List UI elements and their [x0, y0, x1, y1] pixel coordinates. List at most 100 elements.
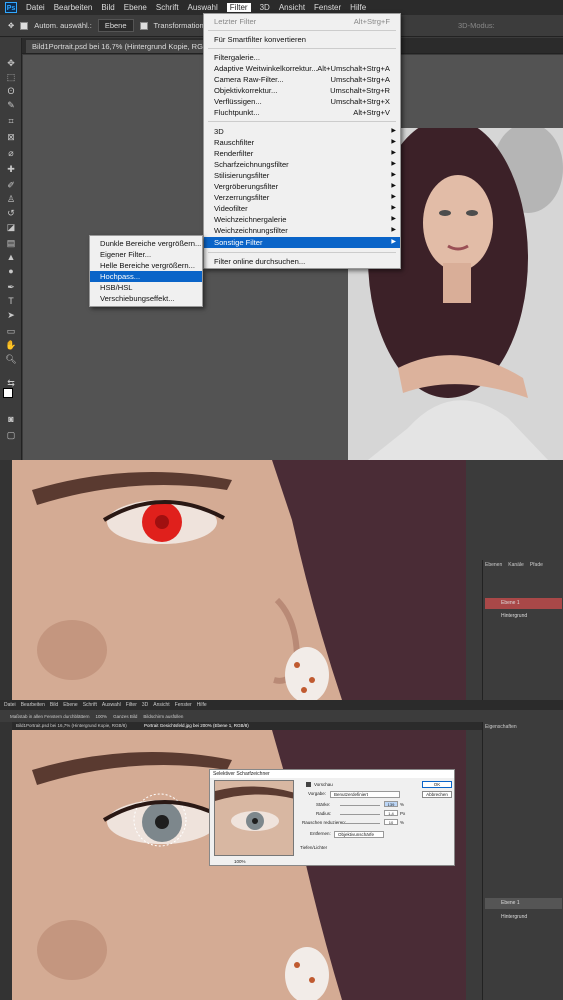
layer-row-hintergrund[interactable]: Hintergrund: [485, 611, 562, 622]
bottom-menu-bearbeiten[interactable]: Bearbeiten: [21, 702, 45, 708]
amount-slider[interactable]: [340, 805, 380, 806]
bottom-menu-ebene[interactable]: Ebene: [63, 702, 77, 708]
menu-item-verzerrungsfilter[interactable]: Verzerrungsfilter ▶: [204, 192, 400, 203]
brush-icon[interactable]: ✐: [5, 180, 17, 190]
type-icon[interactable]: T: [5, 296, 17, 306]
menu-item-weitwinkel[interactable]: Adaptive Weitwinkelkorrektur... Alt+Umsch…: [204, 63, 400, 74]
bottom-menu-filter[interactable]: Filter: [126, 702, 137, 708]
bottom-menu-datei[interactable]: Datei: [4, 702, 16, 708]
radius-value[interactable]: 1,4: [384, 810, 398, 816]
menu-ansicht[interactable]: Ansicht: [279, 3, 305, 12]
bottom-doc-tab-1[interactable]: Bild1Portrait.psd bei 16,7% (Hintergrund…: [16, 723, 127, 728]
quick-select-icon[interactable]: ✎: [5, 100, 17, 110]
menu-item-rauschfilter[interactable]: Rauschfilter ▶: [204, 137, 400, 148]
stamp-icon[interactable]: ♙: [5, 194, 17, 204]
menu-schrift[interactable]: Schrift: [156, 3, 179, 12]
auto-select-checkbox[interactable]: [20, 21, 29, 30]
noise-value[interactable]: 10: [384, 819, 398, 825]
quick-mask-icon[interactable]: ◙: [5, 414, 17, 424]
path-select-icon[interactable]: ➤: [5, 310, 17, 320]
tab-kanaele[interactable]: Kanäle: [508, 562, 524, 568]
ok-button[interactable]: OK: [422, 781, 452, 788]
submenu-item-hsb-hsl[interactable]: HSB/HSL: [90, 282, 202, 293]
bottom-menu-bild[interactable]: Bild: [50, 702, 58, 708]
tab-pfade[interactable]: Pfade: [530, 562, 543, 568]
menu-filter[interactable]: Filter: [226, 3, 251, 12]
menu-item-scharfzeichnungsfilter[interactable]: Scharfzeichnungsfilter ▶: [204, 159, 400, 170]
marquee-icon[interactable]: ⬚: [5, 72, 17, 82]
eraser-icon[interactable]: ◪: [5, 222, 17, 232]
dodge-icon[interactable]: ●: [5, 266, 17, 276]
menu-item-weichzeichnungsfilter[interactable]: Weichzeichnungsfilter ▶: [204, 225, 400, 236]
menu-item-renderfilter[interactable]: Renderfilter ▶: [204, 148, 400, 159]
menu-fenster[interactable]: Fenster: [314, 3, 341, 12]
history-brush-icon[interactable]: ↺: [5, 208, 17, 218]
submenu-item-verschiebungseffekt[interactable]: Verschiebungseffekt...: [90, 293, 202, 304]
radius-slider[interactable]: [340, 814, 380, 815]
menu-item-filter-online[interactable]: Filter online durchsuchen...: [204, 256, 400, 267]
lasso-icon[interactable]: ʘ: [5, 86, 17, 96]
menu-item-filtergalerie[interactable]: Filtergalerie...: [204, 52, 400, 63]
gradient-icon[interactable]: ▤: [5, 238, 17, 248]
menu-3d[interactable]: 3D: [260, 3, 270, 12]
bottom-menu-3d[interactable]: 3D: [142, 702, 148, 708]
shape-icon[interactable]: ▭: [5, 326, 17, 336]
remove-select[interactable]: Objektivunschärfe: [334, 831, 384, 838]
bottom-layer-ebene-1[interactable]: Ebene 1: [485, 898, 562, 909]
blur-icon[interactable]: ▲: [5, 252, 17, 262]
bottom-menu-fenster[interactable]: Fenster: [175, 702, 192, 708]
move-icon[interactable]: ✥: [5, 58, 17, 68]
dialog-zoom-value[interactable]: 100%: [234, 859, 246, 864]
menu-item-sonstige-filter[interactable]: Sonstige Filter ▶: [204, 237, 400, 248]
submenu-item-helle-bereiche[interactable]: Helle Bereiche vergrößern...: [90, 260, 202, 271]
preset-select[interactable]: Benutzerdefiniert: [330, 791, 400, 798]
healing-icon[interactable]: ✚: [5, 164, 17, 174]
bottom-menu-ansicht[interactable]: Ansicht: [153, 702, 169, 708]
bottom-menu-auswahl[interactable]: Auswahl: [102, 702, 121, 708]
cancel-button[interactable]: Abbrechen: [422, 791, 452, 798]
submenu-item-eigener-filter[interactable]: Eigener Filter...: [90, 249, 202, 260]
menu-ebene[interactable]: Ebene: [124, 3, 147, 12]
preview-checkbox[interactable]: [306, 782, 311, 787]
menu-item-verfluessigen[interactable]: Verflüssigen... Umschalt+Strg+X: [204, 96, 400, 107]
swap-colors-icon[interactable]: ⇆: [5, 378, 17, 388]
menu-item-videofilter[interactable]: Videofilter ▶: [204, 203, 400, 214]
noise-slider[interactable]: [340, 823, 380, 824]
scroll-all-option[interactable]: Maßstab in allen Fenstern durchblättern: [10, 714, 90, 719]
screen-mode-icon[interactable]: ▢: [5, 430, 17, 440]
shadows-highlights-section[interactable]: Tiefen/Lichter: [300, 845, 327, 850]
bottom-menu-schrift[interactable]: Schrift: [83, 702, 97, 708]
bottom-doc-tab-2[interactable]: Portrait Gesichtsfeld.jpg bei 200% (Eben…: [144, 723, 249, 728]
menu-item-weichzeichnergalerie[interactable]: Weichzeichnergalerie ▶: [204, 214, 400, 225]
frame-icon[interactable]: ⊠: [5, 132, 17, 142]
menu-hilfe[interactable]: Hilfe: [350, 3, 366, 12]
fill-screen-button[interactable]: Bildschirm ausfüllen: [143, 714, 183, 719]
foreground-color-swatch[interactable]: [3, 388, 13, 398]
tab-ebenen[interactable]: Ebenen: [485, 562, 502, 568]
move-tool-icon[interactable]: ✥: [8, 21, 14, 30]
eyedropper-icon[interactable]: ⌀: [5, 148, 17, 158]
menu-bild[interactable]: Bild: [101, 3, 114, 12]
bottom-menu-hilfe[interactable]: Hilfe: [197, 702, 207, 708]
menu-datei[interactable]: Datei: [26, 3, 45, 12]
layer-select[interactable]: Ebene: [97, 19, 134, 32]
pen-icon[interactable]: ✒: [5, 282, 17, 292]
fit-screen-button[interactable]: Ganzes Bild: [113, 714, 137, 719]
menu-item-vergroeberungsfilter[interactable]: Vergröberungsfilter ▶: [204, 181, 400, 192]
menu-auswahl[interactable]: Auswahl: [188, 3, 218, 12]
document-tab[interactable]: Bild1Portrait.psd bei 16,7% (Hintergrund…: [26, 40, 223, 53]
menu-item-3d[interactable]: 3D ▶: [204, 126, 400, 137]
menu-item-objektivkorrektur[interactable]: Objektivkorrektur... Umschalt+Strg+R: [204, 85, 400, 96]
menu-item-smartfilter[interactable]: Für Smartfilter konvertieren: [204, 34, 400, 45]
transform-checkbox[interactable]: [139, 21, 148, 30]
menu-bearbeiten[interactable]: Bearbeiten: [54, 3, 93, 12]
dialog-preview-image[interactable]: [214, 780, 294, 856]
submenu-item-hochpass[interactable]: Hochpass...: [90, 271, 202, 282]
menu-item-camera-raw[interactable]: Camera Raw-Filter... Umschalt+Strg+A: [204, 74, 400, 85]
menu-item-stilisierungsfilter[interactable]: Stilisierungsfilter ▶: [204, 170, 400, 181]
zoom-100-button[interactable]: 100%: [96, 714, 108, 719]
crop-icon[interactable]: ⌗: [5, 116, 17, 126]
menu-item-fluchtpunkt[interactable]: Fluchtpunkt... Alt+Strg+V: [204, 107, 400, 118]
amount-value[interactable]: 139: [384, 801, 398, 807]
hand-icon[interactable]: ✋: [5, 340, 17, 350]
